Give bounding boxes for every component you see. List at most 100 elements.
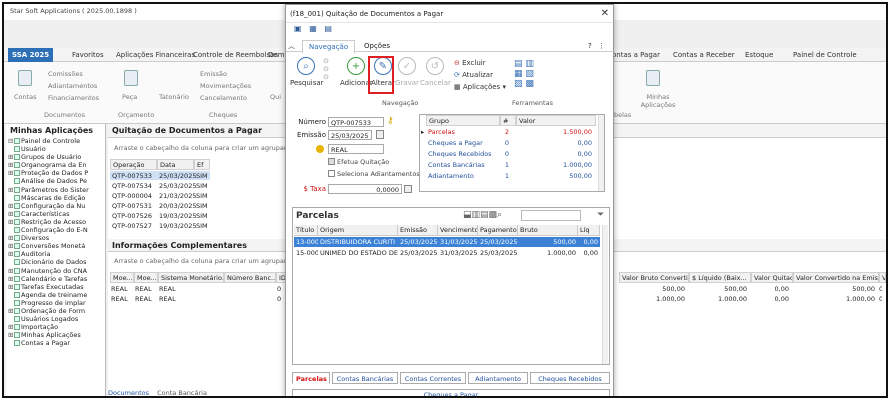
ribbon-tatonario[interactable]: Tatonário bbox=[159, 93, 189, 101]
parcelas-tools[interactable]: ⬓▥▤▩⌕ bbox=[463, 210, 502, 220]
seleciona-adiantamentos-checkbox[interactable]: Seleciona Adiantamentos bbox=[328, 170, 420, 178]
sidebar-item[interactable]: Agenda de treiname bbox=[6, 291, 106, 299]
col-data[interactable]: Data bbox=[157, 159, 194, 170]
sidebar-item[interactable]: ⊞ Calendário e Tarefas bbox=[6, 275, 106, 283]
dialog-menu-icon[interactable]: ⋮ bbox=[592, 40, 611, 52]
summary-row[interactable]: Contas Bancárias 1 1.000,00 bbox=[420, 160, 598, 169]
col-ef[interactable]: Ef bbox=[194, 159, 210, 170]
parcelas-col-header[interactable]: Emissão bbox=[398, 225, 438, 236]
right-row[interactable]: 500,00 500,00 0,00 500,00 0 bbox=[613, 285, 886, 294]
summary-row[interactable]: Adiantamento 1 500,00 bbox=[420, 171, 598, 180]
tab-contas-bancarias[interactable]: Contas Bancárias bbox=[332, 372, 398, 384]
tab-navegacao[interactable]: Navegação bbox=[302, 40, 356, 54]
sidebar-item[interactable]: ⊞ Conversões Monetá bbox=[6, 242, 106, 250]
ribbon-contas[interactable]: Contas bbox=[14, 93, 37, 101]
tab-cheques-a-pagar[interactable]: Cheques a Pagar bbox=[292, 389, 610, 396]
summary-row[interactable]: Cheques a Pagar 0 0,00 bbox=[420, 138, 598, 147]
ribbon-emissao[interactable]: Emissão bbox=[200, 70, 227, 78]
sidebar-item[interactable]: ⊞ Importação bbox=[6, 323, 106, 331]
right-row[interactable]: 1.000,00 1.000,00 0,00 1.000,00 0 bbox=[613, 295, 886, 304]
sidebar-item[interactable]: ⊞ Proteção de Dados P bbox=[6, 169, 106, 177]
sidebar-item[interactable]: Usuários Logados bbox=[6, 315, 106, 323]
tab-opcoes[interactable]: Opções bbox=[358, 40, 396, 52]
sidebar-item[interactable]: Análise de Dados Pe bbox=[6, 177, 106, 185]
tab-estoque[interactable]: Estoque bbox=[741, 48, 777, 62]
sidebar-item[interactable]: ⊞ Restrição de Acesso bbox=[6, 218, 106, 226]
col-operacao[interactable]: Operação bbox=[110, 159, 157, 170]
parcelas-col-header[interactable]: Título bbox=[294, 225, 318, 236]
sidebar-item[interactable]: Dicionário de Dados bbox=[6, 258, 106, 266]
emissao-field[interactable]: 25/03/2025 bbox=[328, 130, 372, 140]
info-col-header[interactable]: Número Banc... bbox=[224, 272, 276, 283]
ribbon-financiamentos[interactable]: Financiamentos bbox=[48, 94, 99, 102]
tab-cheques-recebidos[interactable]: Cheques Recebidos bbox=[530, 372, 610, 384]
numero-field[interactable]: QTP-007533 bbox=[328, 117, 384, 127]
moeda-field[interactable]: REAL bbox=[328, 144, 384, 154]
parcelas-col-header[interactable]: Vencimento bbox=[438, 225, 478, 236]
grid-icon[interactable]: ▦ bbox=[309, 24, 317, 33]
ribbon-cancelamento[interactable]: Cancelamento bbox=[200, 94, 247, 102]
tab-documentos[interactable]: Documentos bbox=[108, 389, 149, 396]
info-col-header[interactable]: Moe... bbox=[110, 272, 134, 283]
summary-row[interactable]: ▸ Parcelas 2 1.500,00 bbox=[420, 127, 598, 136]
tab-painel-controle[interactable]: Painel de Controle bbox=[789, 48, 861, 62]
table-row[interactable]: QTP-007526 19/03/2025 SIM bbox=[110, 211, 210, 220]
filter-icon[interactable]: ⏷ bbox=[597, 210, 604, 220]
table-row[interactable]: QTP-007534 25/03/2025 SIM bbox=[110, 181, 210, 190]
sidebar-item[interactable]: Máscaras de Edição bbox=[6, 194, 106, 202]
nav-arrows[interactable]: ⊙ ⊙ ⊙ bbox=[320, 57, 332, 81]
ribbon-qui[interactable]: Qui bbox=[270, 93, 281, 101]
sidebar-item[interactable]: ⊞ Manutenção do CNA bbox=[6, 267, 106, 275]
table-row[interactable]: QTP-007531 20/03/2025 SIM bbox=[110, 201, 210, 210]
parcelas-search-input[interactable] bbox=[521, 210, 581, 221]
ribbon-comissoes[interactable]: Comissões bbox=[48, 70, 83, 78]
collapse-icon[interactable]: ︿ bbox=[288, 41, 295, 51]
print-icon[interactable]: ▤ bbox=[324, 24, 332, 33]
right-col-header[interactable]: Valor Bruto Convertido bbox=[619, 272, 689, 283]
sidebar-item[interactable]: Configuração do E-N bbox=[6, 226, 106, 234]
tab-parcelas[interactable]: Parcelas bbox=[292, 372, 330, 384]
cancelar-button[interactable]: ↺ Cancelar bbox=[420, 57, 451, 87]
sidebar-item[interactable]: ⊞ Auditoria bbox=[6, 250, 106, 258]
info-col-header[interactable]: Sistema Monetário... bbox=[158, 272, 224, 283]
save-icon[interactable]: ▣ bbox=[294, 24, 302, 33]
right-col-header[interactable]: Val bbox=[879, 272, 886, 283]
ribbon-peca[interactable]: Peça bbox=[122, 93, 137, 101]
info-row[interactable]: REAL REAL REAL 0 bbox=[108, 295, 292, 304]
ribbon-movimentacoes[interactable]: Movimentações bbox=[200, 82, 251, 90]
sidebar-item[interactable]: ⊞ Características bbox=[6, 210, 106, 218]
table-row[interactable]: QTP-007533 25/03/2025 SIM bbox=[110, 171, 210, 180]
calendar-icon[interactable] bbox=[376, 130, 384, 139]
parcelas-row[interactable]: 15-0000UNIMED DO ESTADO DE25/03/202531/0… bbox=[294, 248, 600, 258]
parcelas-col-header[interactable]: Origem bbox=[318, 225, 398, 236]
sidebar-item[interactable]: ⊞ Minhas Aplicações bbox=[6, 331, 106, 339]
right-col-header[interactable]: $ Líquido (Baix... bbox=[689, 272, 751, 283]
close-icon[interactable]: ✕ bbox=[601, 8, 609, 19]
sidebar-item[interactable]: ⊞ Organograma da En bbox=[6, 161, 106, 169]
parcelas-scrollbar[interactable] bbox=[602, 225, 608, 364]
sidebar-item[interactable]: ⊟ Painel de Controle bbox=[6, 137, 106, 145]
table-row[interactable]: QTP-007527 19/03/2025 SIM bbox=[110, 221, 210, 230]
tab-favoritos[interactable]: Favoritos bbox=[68, 48, 108, 62]
info-col-header[interactable]: Moe... bbox=[134, 272, 158, 283]
taxa-spinner[interactable] bbox=[404, 185, 412, 193]
excluir-button[interactable]: ⊖ Excluir bbox=[454, 59, 486, 67]
peca-icon[interactable] bbox=[124, 70, 138, 86]
sidebar-item[interactable]: Contas a Pagar bbox=[6, 339, 106, 347]
tab-conta-bancaria[interactable]: Conta Bancária bbox=[157, 389, 207, 396]
tab-aplicacoes-financeiras[interactable]: Aplicações Financeiras bbox=[112, 48, 199, 62]
sidebar-item[interactable]: ⊞ Parâmetros do Sister bbox=[6, 186, 106, 194]
sidebar-item[interactable]: ⊞ Configuração da Nu bbox=[6, 202, 106, 210]
right-col-header[interactable]: Valor Quitado bbox=[751, 272, 793, 283]
minhas-aplicacoes-icon[interactable] bbox=[646, 70, 660, 86]
parcelas-col-header[interactable]: Bruto bbox=[518, 225, 578, 236]
gravar-button[interactable]: ✓ Gravar bbox=[394, 57, 420, 87]
summary-scrollbar[interactable] bbox=[598, 115, 604, 191]
sidebar-item[interactable]: ⊞ Tarefas Executadas bbox=[6, 283, 106, 291]
tab-adiantamento[interactable]: Adiantamento bbox=[468, 372, 528, 384]
table-row[interactable]: QTP-000004 21/03/2025 SIM bbox=[110, 191, 210, 200]
tab-ssa-2025[interactable]: SSA 2025 bbox=[8, 48, 54, 62]
summary-col-header[interactable]: Valor bbox=[516, 115, 596, 126]
tab-contas-a-receber[interactable]: Contas a Receber bbox=[669, 48, 739, 62]
atualizar-button[interactable]: ⟳ Atualizar bbox=[454, 71, 493, 79]
